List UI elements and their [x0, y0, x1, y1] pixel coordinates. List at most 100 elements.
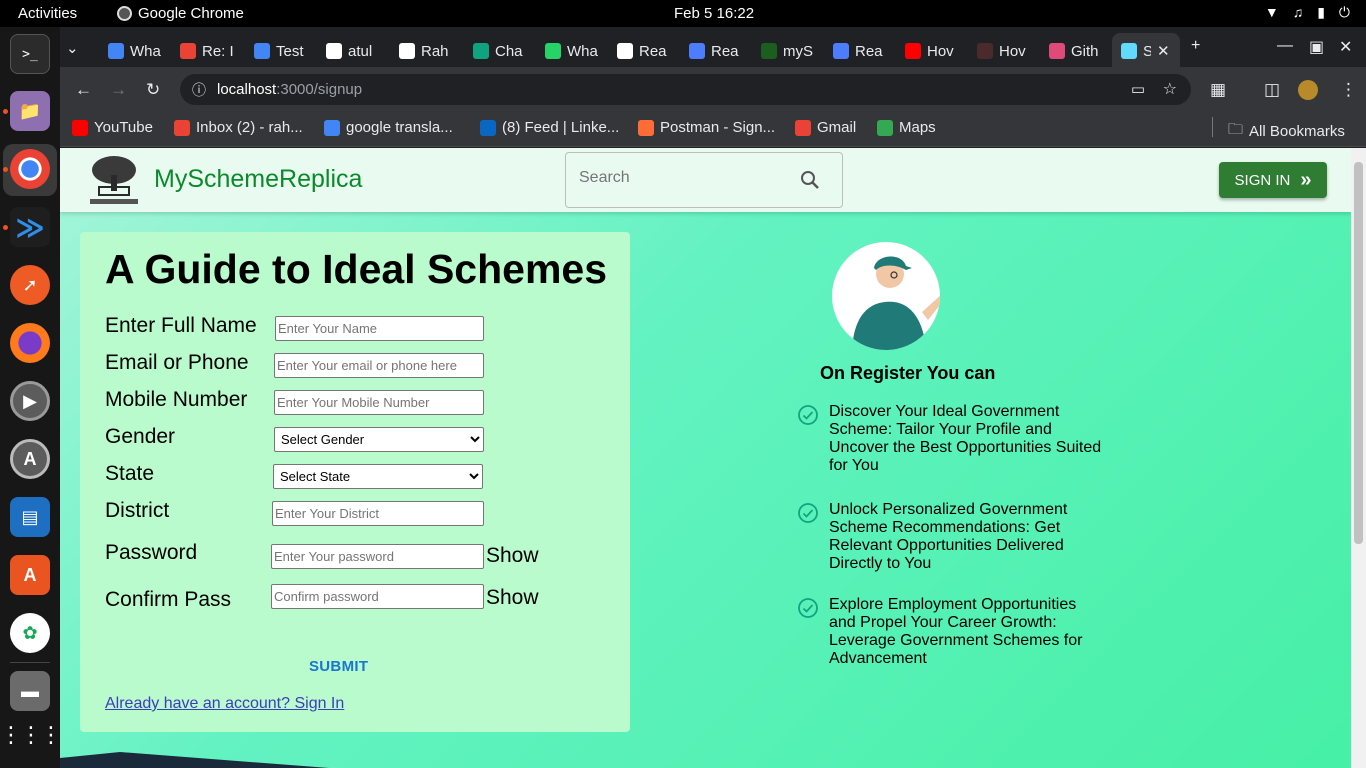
tab-favicon-icon	[180, 43, 196, 59]
new-tab-button[interactable]: +	[1191, 37, 1200, 55]
bookmark-label: google transla...	[346, 119, 453, 136]
vscode-icon[interactable]: ≫	[10, 207, 50, 247]
confirm-password-input[interactable]	[271, 584, 484, 609]
bookmark-favicon-icon	[795, 119, 811, 136]
gender-select[interactable]: Select Gender	[274, 427, 484, 452]
show-confirm-toggle[interactable]: Show	[486, 586, 539, 610]
settings-icon[interactable]: ▶	[10, 381, 50, 421]
firefox-icon[interactable]	[10, 323, 50, 363]
folder-icon: 🗀	[1228, 121, 1244, 138]
drive-icon[interactable]: ▬	[10, 671, 50, 711]
system-tray[interactable]: ▼ ♫ ▮ ⏻	[1265, 4, 1350, 21]
show-password-toggle[interactable]: Show	[486, 544, 539, 568]
all-bookmarks[interactable]: 🗀 All Bookmarks	[1228, 119, 1345, 144]
email-input[interactable]	[274, 353, 484, 378]
files-icon[interactable]: 📁	[10, 91, 50, 131]
clock[interactable]: Feb 5 16:22	[674, 5, 754, 22]
tab-label: Hov	[927, 42, 954, 60]
tab-favicon-icon	[617, 43, 633, 59]
terminal-icon[interactable]: >_	[10, 34, 50, 74]
browser-tab[interactable]: atul	[326, 39, 386, 63]
browser-tab[interactable]: Re: I	[180, 39, 240, 63]
tab-search-button[interactable]: ⌄	[66, 36, 94, 60]
site-brand[interactable]: MySchemeReplica	[154, 165, 362, 194]
bookmark-item[interactable]: Inbox (2) - rah...	[174, 119, 303, 136]
mongodb-icon[interactable]: ✿	[10, 613, 50, 653]
writer-icon[interactable]: ▤	[10, 497, 50, 537]
tab-favicon-icon	[977, 43, 993, 59]
profile-avatar[interactable]	[1298, 80, 1318, 100]
browser-tab[interactable]: myS	[761, 39, 821, 63]
browser-tab[interactable]: Rea	[617, 39, 677, 63]
chrome-dock-icon[interactable]	[10, 149, 50, 189]
postman-icon[interactable]: ➚	[10, 265, 50, 305]
dock: >_ 📁 ≫ ➚ ▶ A ▤ A ✿ ▬ ⋮⋮⋮	[0, 27, 62, 768]
mobile-input[interactable]	[274, 390, 484, 415]
tab-label: S	[1143, 42, 1151, 60]
bookmark-item[interactable]: YouTube	[72, 119, 153, 136]
district-input[interactable]	[272, 501, 484, 526]
bookmark-item[interactable]: Maps	[877, 119, 936, 136]
password-input[interactable]	[271, 544, 484, 569]
reload-icon[interactable]: ↻	[146, 80, 160, 100]
browser-tab[interactable]: Cha	[473, 39, 533, 63]
browser-tab[interactable]: Gith	[1049, 39, 1109, 63]
tab-favicon-icon	[761, 43, 777, 59]
maximize-button[interactable]: ▣	[1309, 37, 1324, 57]
search-input[interactable]	[579, 169, 779, 187]
app-center-icon[interactable]: A	[10, 555, 50, 595]
chrome-menu-icon[interactable]: ⋮	[1340, 80, 1357, 100]
tab-favicon-icon	[1049, 43, 1065, 59]
browser-tab[interactable]: Rea	[833, 39, 893, 63]
browser-tab[interactable]: Hov	[977, 39, 1037, 63]
browser-tab[interactable]: Rah	[399, 39, 459, 63]
tab-favicon-icon	[399, 43, 415, 59]
site-info-icon[interactable]: ⓘ	[192, 80, 206, 100]
page-scrollbar[interactable]	[1351, 148, 1366, 768]
side-panel-icon[interactable]: ◫	[1264, 80, 1280, 100]
close-tab-icon[interactable]: ✕	[1157, 39, 1171, 63]
search-icon[interactable]	[800, 170, 820, 190]
state-select[interactable]: Select State	[273, 464, 483, 489]
browser-tab[interactable]: Test	[254, 39, 314, 63]
bookmark-item[interactable]: Postman - Sign...	[638, 119, 775, 136]
forward-icon[interactable]: →	[110, 80, 127, 100]
app-name: Google Chrome	[138, 5, 244, 22]
full-name-input[interactable]	[275, 316, 484, 341]
submit-button[interactable]: SUBMIT	[309, 658, 368, 675]
minimize-button[interactable]: —	[1277, 37, 1293, 55]
bookmark-item[interactable]: Gmail	[795, 119, 856, 136]
show-apps-icon[interactable]: ⋮⋮⋮	[0, 715, 62, 755]
software-updater-icon[interactable]: A	[10, 439, 50, 479]
check-circle-icon	[798, 598, 818, 618]
address-bar[interactable]: ⓘ localhost:3000/signup ▭ ☆	[180, 74, 1191, 105]
bookmark-label: (8) Feed | Linke...	[502, 119, 620, 136]
close-window-button[interactable]: ✕	[1339, 37, 1352, 57]
browser-tab[interactable]: S	[1121, 39, 1151, 63]
state-label: State	[105, 462, 155, 485]
tab-favicon-icon	[689, 43, 705, 59]
bookmark-item[interactable]: google transla...	[324, 119, 453, 136]
benefit-text: Unlock Personalized Government Scheme Re…	[829, 501, 1068, 572]
browser-tab[interactable]: Hov	[905, 39, 965, 63]
tab-label: Hov	[999, 42, 1026, 60]
browser-tab[interactable]: Rea	[689, 39, 749, 63]
activities-button[interactable]: Activities	[18, 5, 77, 22]
back-icon[interactable]: ←	[75, 80, 92, 100]
bookmark-star-icon[interactable]: ☆	[1163, 79, 1177, 99]
bookmark-favicon-icon	[174, 119, 190, 136]
site-search[interactable]	[565, 152, 843, 208]
extensions-icon[interactable]: ▦	[1210, 80, 1226, 100]
bookmark-item[interactable]: (8) Feed | Linke...	[480, 119, 619, 136]
bihar-logo	[90, 156, 138, 204]
volume-icon: ♫	[1292, 4, 1304, 20]
browser-tab[interactable]: Wha	[545, 39, 605, 63]
install-app-icon[interactable]: ▭	[1131, 80, 1145, 98]
scrollbar-thumb[interactable]	[1354, 162, 1363, 544]
app-menu[interactable]: Google Chrome	[117, 5, 244, 22]
tab-label: Rea	[855, 42, 883, 60]
already-have-account-link[interactable]: Already have an account? Sign In	[105, 695, 344, 713]
sign-in-button[interactable]: SIGN IN »	[1219, 162, 1327, 198]
browser-tab[interactable]: Wha	[108, 39, 168, 63]
gender-label: Gender	[105, 425, 176, 448]
